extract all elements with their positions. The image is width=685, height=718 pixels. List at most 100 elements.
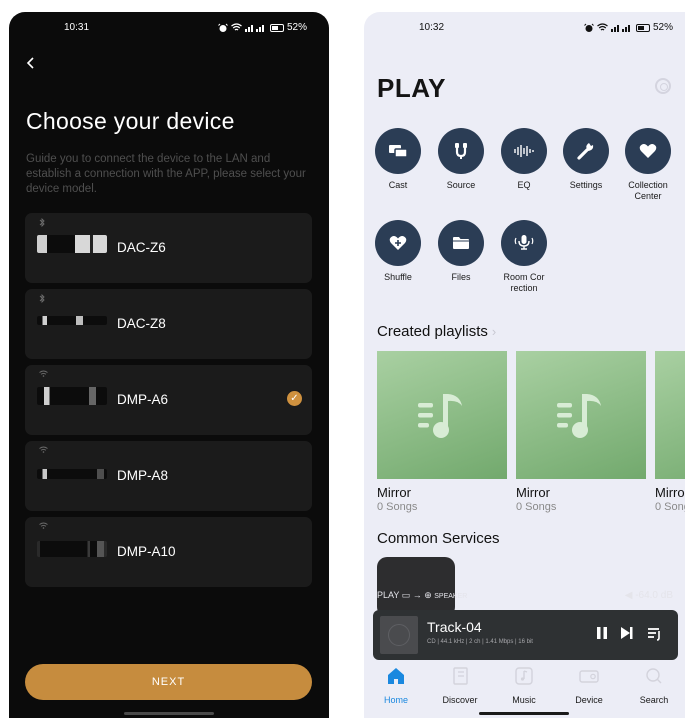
device-image (37, 469, 107, 479)
track-title: Track-04 (427, 619, 482, 635)
source-label: PLAY (377, 590, 400, 600)
created-playlists-header[interactable]: Created playlists › (377, 323, 496, 340)
tab-label: Discover (442, 695, 478, 705)
device-card-dac-z6[interactable]: DAC-Z6 (25, 213, 312, 283)
status-icons: 52% (584, 22, 673, 33)
tab-label: Home (383, 695, 408, 705)
wrench-icon (563, 128, 609, 174)
tab-music[interactable]: Music (495, 666, 553, 705)
tab-device[interactable]: Device (560, 666, 618, 705)
battery-icon (635, 23, 650, 32)
heart-icon (625, 128, 671, 174)
status-time: 10:31 (64, 22, 90, 33)
action-shuffle[interactable]: Shuffle (367, 220, 429, 283)
wifi-icon (39, 522, 48, 531)
home-icon (388, 668, 404, 684)
speaker-icon: ◀ (624, 590, 636, 601)
playback-route: PLAY ▭ → ⊕ SPEAKER (377, 590, 467, 601)
section-title: Created playlists (377, 323, 488, 340)
device-name: DMP-A10 (117, 544, 176, 559)
action-settings[interactable]: Settings (555, 128, 617, 191)
pause-icon (597, 627, 607, 639)
playlist-count: 0 Songs (655, 501, 685, 513)
device-name: DAC-Z8 (117, 316, 166, 331)
battery-level: 52% (652, 22, 673, 33)
cast-icon (375, 128, 421, 174)
device-image (37, 541, 107, 557)
status-icons: 52% (218, 22, 307, 33)
output-arrow-icon: ▭ → ⊕ (401, 590, 435, 600)
page-title: Choose your device (26, 108, 235, 134)
action-room-correction[interactable]: Room Cor rection (493, 220, 555, 294)
signal-icon (610, 25, 630, 32)
action-eq[interactable]: EQ (493, 128, 555, 191)
pause-button[interactable] (595, 625, 613, 643)
action-cast[interactable]: Cast (367, 128, 429, 191)
device-icon (579, 670, 599, 683)
volume-value: -64.0 dB (635, 590, 673, 601)
queue-button[interactable] (647, 625, 665, 643)
service-tile[interactable] (377, 557, 455, 617)
device-image (37, 387, 107, 405)
signal-icon (244, 25, 264, 32)
bottom-tab-bar: Home Discover Music Device Search (364, 664, 685, 718)
home-indicator (124, 712, 214, 715)
bluetooth-icon (39, 217, 45, 229)
page-description: Guide you to connect the device to the L… (26, 153, 306, 195)
playlist-name: Mirror (377, 485, 411, 500)
status-bar: 10:31 52% (9, 12, 329, 42)
playlist-music-icon (418, 394, 462, 438)
shuffle-heart-icon (375, 220, 421, 266)
playlist-art (516, 351, 646, 479)
page-title: PLAY (377, 73, 446, 103)
playback-info-bar: PLAY ▭ → ⊕ SPEAKER ◀ -64.0 dB (377, 590, 677, 604)
gear-icon[interactable] (655, 78, 671, 94)
tab-label: Device (575, 695, 603, 705)
action-collection-center[interactable]: Collection Center (617, 128, 679, 202)
album-cover (380, 616, 418, 654)
playlist-art (377, 351, 507, 479)
next-track-button[interactable] (619, 625, 637, 643)
action-label: Shuffle (384, 272, 412, 282)
action-source[interactable]: Source (430, 128, 492, 191)
status-bar: 10:32 52% (364, 12, 685, 42)
wifi-icon (597, 23, 608, 31)
device-card-dmp-a10[interactable]: DMP-A10 (25, 517, 312, 587)
playlist-count: 0 Songs (516, 501, 557, 513)
music-icon (515, 667, 533, 685)
device-card-dmp-a6[interactable]: DMP-A6 ✓ (25, 365, 312, 435)
tab-home[interactable]: Home (367, 666, 425, 705)
alarm-icon (218, 23, 228, 32)
playlist-card[interactable]: Mirror 0 Songs (516, 351, 646, 513)
wifi-icon (39, 446, 48, 455)
device-image (37, 235, 107, 253)
next-button[interactable]: NEXT (25, 664, 312, 700)
tab-label: Music (512, 695, 536, 705)
equalizer-icon (501, 128, 547, 174)
track-meta: CD | 44.1 kHz | 2 ch | 1.41 Mbps | 16 bi… (427, 639, 533, 645)
playlist-name: Mirror (655, 485, 685, 500)
battery-icon (269, 23, 284, 32)
tab-discover[interactable]: Discover (431, 666, 489, 705)
chevron-right-icon: › (491, 324, 497, 339)
device-card-dmp-a8[interactable]: DMP-A8 (25, 441, 312, 511)
chevron-left-icon (26, 57, 34, 69)
device-name: DAC-Z6 (117, 240, 166, 255)
back-button[interactable] (25, 54, 45, 74)
playlist-card[interactable]: Mirror 0 Songs (377, 351, 507, 513)
device-card-dac-z8[interactable]: DAC-Z8 (25, 289, 312, 359)
search-icon (646, 668, 662, 684)
playlist-card[interactable]: Mirror 0 Songs (655, 351, 685, 513)
action-files[interactable]: Files (430, 220, 492, 283)
playlist-music-icon (557, 394, 601, 438)
device-selection-screen: 10:31 52% Choose your device Guide you t… (9, 12, 329, 718)
status-time: 10:32 (419, 22, 445, 33)
tab-search[interactable]: Search (625, 666, 683, 705)
volume-display[interactable]: ◀ -64.0 dB (625, 590, 673, 601)
skip-next-icon (621, 627, 633, 639)
playlist-count: 0 Songs (377, 501, 418, 513)
folder-icon (438, 220, 484, 266)
mini-player[interactable]: Track-04 CD | 44.1 kHz | 2 ch | 1.41 Mbp… (373, 610, 678, 660)
device-name: DMP-A6 (117, 392, 169, 407)
action-label: Cast (388, 180, 408, 190)
